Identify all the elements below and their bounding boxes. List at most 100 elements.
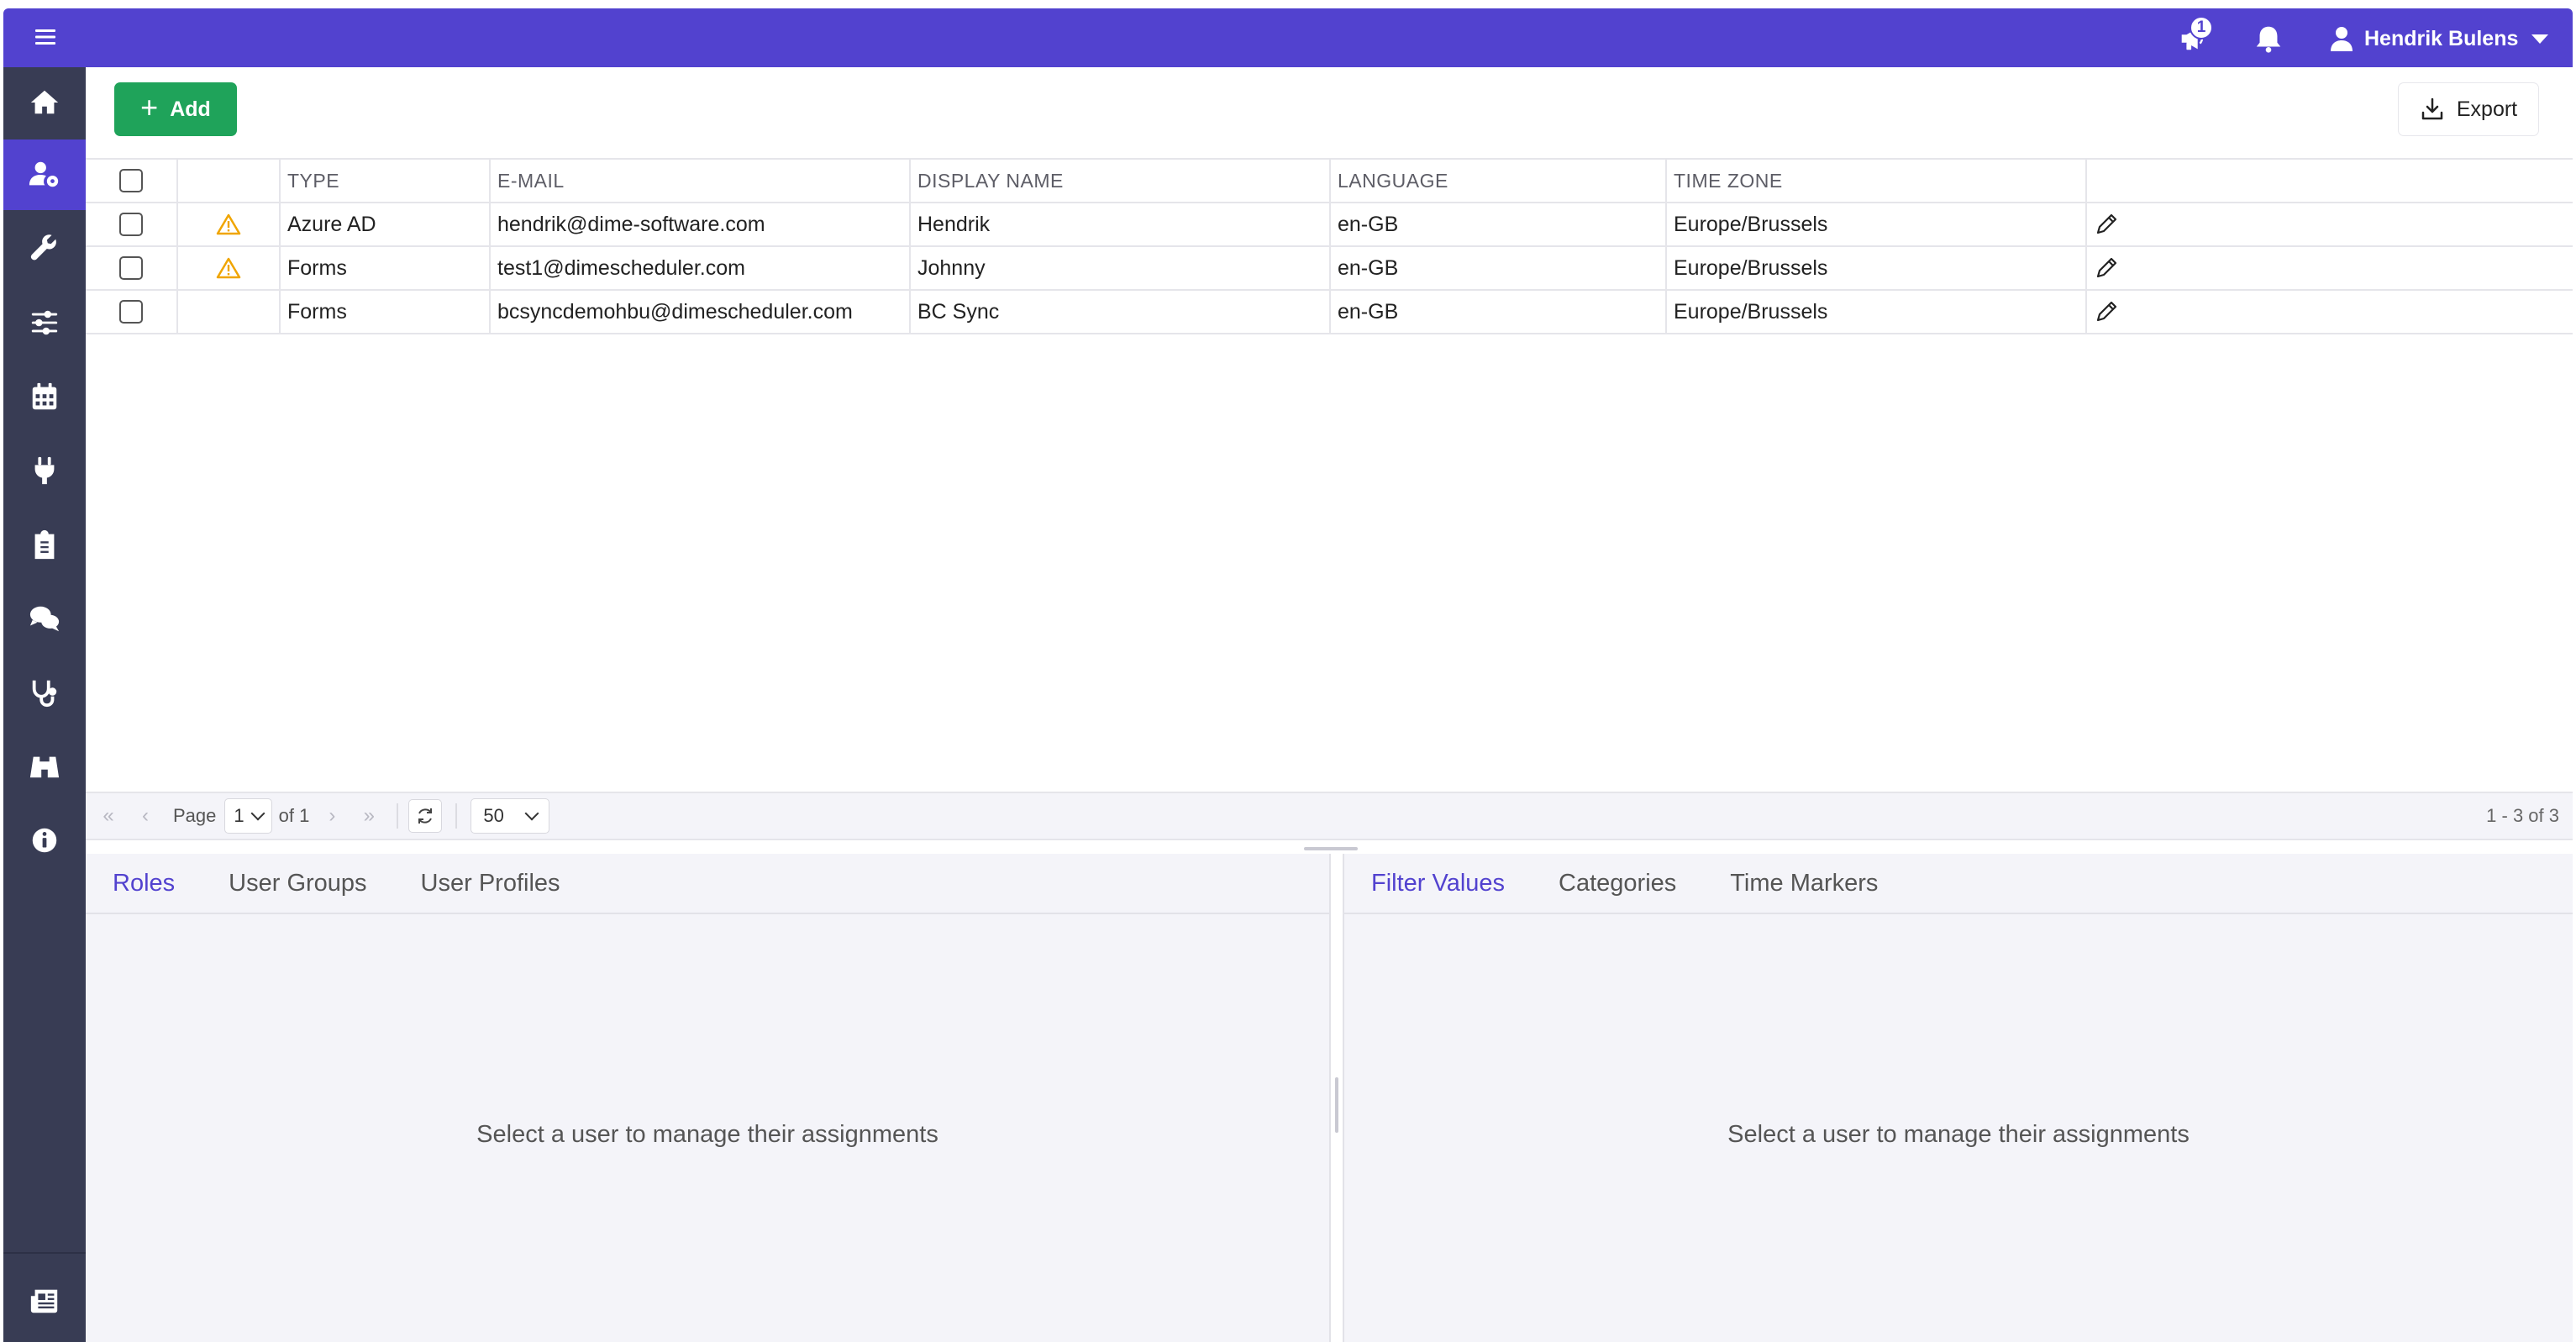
type-cell: Azure AD <box>281 203 491 245</box>
horizontal-splitter[interactable] <box>1304 847 1358 850</box>
page-label: Page <box>173 805 217 826</box>
row-select-cell <box>86 291 178 333</box>
refresh-icon <box>418 808 433 824</box>
tab-user-groups[interactable]: User Groups <box>229 870 366 897</box>
record-count: 1 - 3 of 3 <box>2486 805 2559 826</box>
sidebar-item-about[interactable] <box>3 805 86 876</box>
sidebar-item-tasks[interactable] <box>3 509 86 580</box>
first-page-button[interactable]: « <box>94 802 123 830</box>
newspaper-icon <box>30 1289 58 1313</box>
table-header-row: TYPE E-MAIL DISPLAY NAME LANGUAGE TIME Z… <box>86 160 2573 203</box>
warning-icon <box>216 257 241 279</box>
download-icon <box>2421 97 2443 120</box>
table-row[interactable]: Forms test1@dimescheduler.com Johnny en-… <box>86 247 2573 291</box>
tab-time-markers[interactable]: Time Markers <box>1730 870 1878 897</box>
add-button[interactable]: + Add <box>114 82 237 136</box>
sidebar-item-connectors[interactable] <box>3 435 86 506</box>
empty-state-message: Select a user to manage their assignment… <box>1727 1121 2190 1148</box>
home-icon <box>30 90 59 114</box>
export-button-label: Export <box>2456 97 2518 121</box>
edit-pencil-icon[interactable] <box>2094 255 2119 281</box>
last-page-button[interactable]: » <box>355 802 383 830</box>
empty-state-message: Select a user to manage their assignment… <box>476 1121 938 1148</box>
main-content: + Add Export TYPE E-MAIL DISPLAY NAME LA… <box>86 67 2573 1342</box>
column-header-email[interactable]: E-MAIL <box>491 160 911 202</box>
table-row[interactable]: Forms bcsyncdemohbu@dimescheduler.com BC… <box>86 291 2573 334</box>
edit-pencil-icon[interactable] <box>2094 299 2119 324</box>
column-header-time-zone[interactable]: TIME ZONE <box>1667 160 2087 202</box>
notification-count-badge: 1 <box>2190 16 2213 39</box>
sidebar-item-home[interactable] <box>3 67 86 138</box>
row-checkbox[interactable] <box>119 213 143 236</box>
page-size-select[interactable]: 50 <box>471 798 550 834</box>
sidebar-item-messages[interactable] <box>3 583 86 654</box>
plus-icon: + <box>140 90 159 124</box>
pagination-bar: « ‹ Page 1 of 1 › » 50 1 - 3 of 3 <box>86 792 2573 840</box>
sidebar-item-health[interactable] <box>3 657 86 728</box>
app-window: 1 Hendrik Bulens + Add Export TYPE E-MAI… <box>3 8 2573 1342</box>
user-settings-icon <box>29 161 59 187</box>
tab-user-profiles[interactable]: User Profiles <box>421 870 560 897</box>
sidebar-item-tools[interactable] <box>3 213 86 284</box>
sidebar-item-users[interactable] <box>3 139 86 210</box>
caret-down-icon <box>2531 34 2549 44</box>
select-all-checkbox[interactable] <box>119 169 143 192</box>
display-name-cell: Johnny <box>911 247 1331 289</box>
tab-roles[interactable]: Roles <box>113 870 175 897</box>
actions-cell <box>2087 247 2573 289</box>
time-zone-cell: Europe/Brussels <box>1667 203 2087 245</box>
pager-separator <box>397 803 399 829</box>
column-header-actions <box>2087 160 2573 202</box>
type-cell: Forms <box>281 291 491 333</box>
tab-categories[interactable]: Categories <box>1559 870 1676 897</box>
sidebar-item-settings[interactable] <box>3 287 86 358</box>
user-name: Hendrik Bulens <box>2364 26 2519 50</box>
column-header-warning <box>178 160 281 202</box>
table-row[interactable]: Azure AD hendrik@dime-software.com Hendr… <box>86 203 2573 247</box>
display-name-cell: BC Sync <box>911 291 1331 333</box>
sidebar-item-planning[interactable] <box>3 361 86 432</box>
previous-page-button[interactable]: ‹ <box>131 802 160 830</box>
language-cell: en-GB <box>1331 247 1667 289</box>
binoculars-icon <box>29 756 60 778</box>
export-button[interactable]: Export <box>2398 82 2539 136</box>
row-select-cell <box>86 203 178 245</box>
row-checkbox[interactable] <box>119 256 143 280</box>
warning-cell <box>178 203 281 245</box>
page-size-value: 50 <box>483 805 504 826</box>
row-select-cell <box>86 247 178 289</box>
column-header-type[interactable]: TYPE <box>281 160 491 202</box>
row-checkbox[interactable] <box>119 300 143 324</box>
chat-icon <box>29 606 60 632</box>
bell-icon[interactable] <box>2250 20 2287 57</box>
sliders-icon <box>31 310 58 335</box>
plug-icon <box>34 456 55 485</box>
assignments-panel-right: Filter Values Categories Time Markers Se… <box>1343 854 2573 1342</box>
top-bar: 1 Hendrik Bulens <box>3 8 2573 67</box>
page-number-select[interactable]: 1 <box>224 798 272 834</box>
next-page-button[interactable]: › <box>318 802 346 830</box>
page-total-label: of 1 <box>278 805 310 826</box>
actions-cell <box>2087 203 2573 245</box>
tab-filter-values[interactable]: Filter Values <box>1371 870 1505 897</box>
email-cell: test1@dimescheduler.com <box>491 247 911 289</box>
page-number-value: 1 <box>234 805 244 826</box>
sidebar-item-search[interactable] <box>3 731 86 802</box>
warning-cell <box>178 247 281 289</box>
sidebar-item-news[interactable] <box>3 1266 86 1336</box>
chevron-down-icon <box>250 806 265 821</box>
calendar-icon <box>32 382 57 410</box>
column-header-language[interactable]: LANGUAGE <box>1331 160 1667 202</box>
info-icon <box>32 828 57 853</box>
email-cell: bcsyncdemohbu@dimescheduler.com <box>491 291 911 333</box>
column-header-display-name[interactable]: DISPLAY NAME <box>911 160 1331 202</box>
refresh-button[interactable] <box>408 799 443 833</box>
vertical-splitter[interactable] <box>1335 1077 1338 1133</box>
user-menu[interactable]: Hendrik Bulens <box>2327 20 2549 57</box>
edit-pencil-icon[interactable] <box>2094 212 2119 237</box>
hamburger-menu-icon[interactable] <box>34 27 57 47</box>
users-table: TYPE E-MAIL DISPLAY NAME LANGUAGE TIME Z… <box>86 158 2573 334</box>
chevron-down-icon <box>524 806 539 821</box>
sidebar-divider <box>3 1252 86 1254</box>
actions-cell <box>2087 291 2573 333</box>
